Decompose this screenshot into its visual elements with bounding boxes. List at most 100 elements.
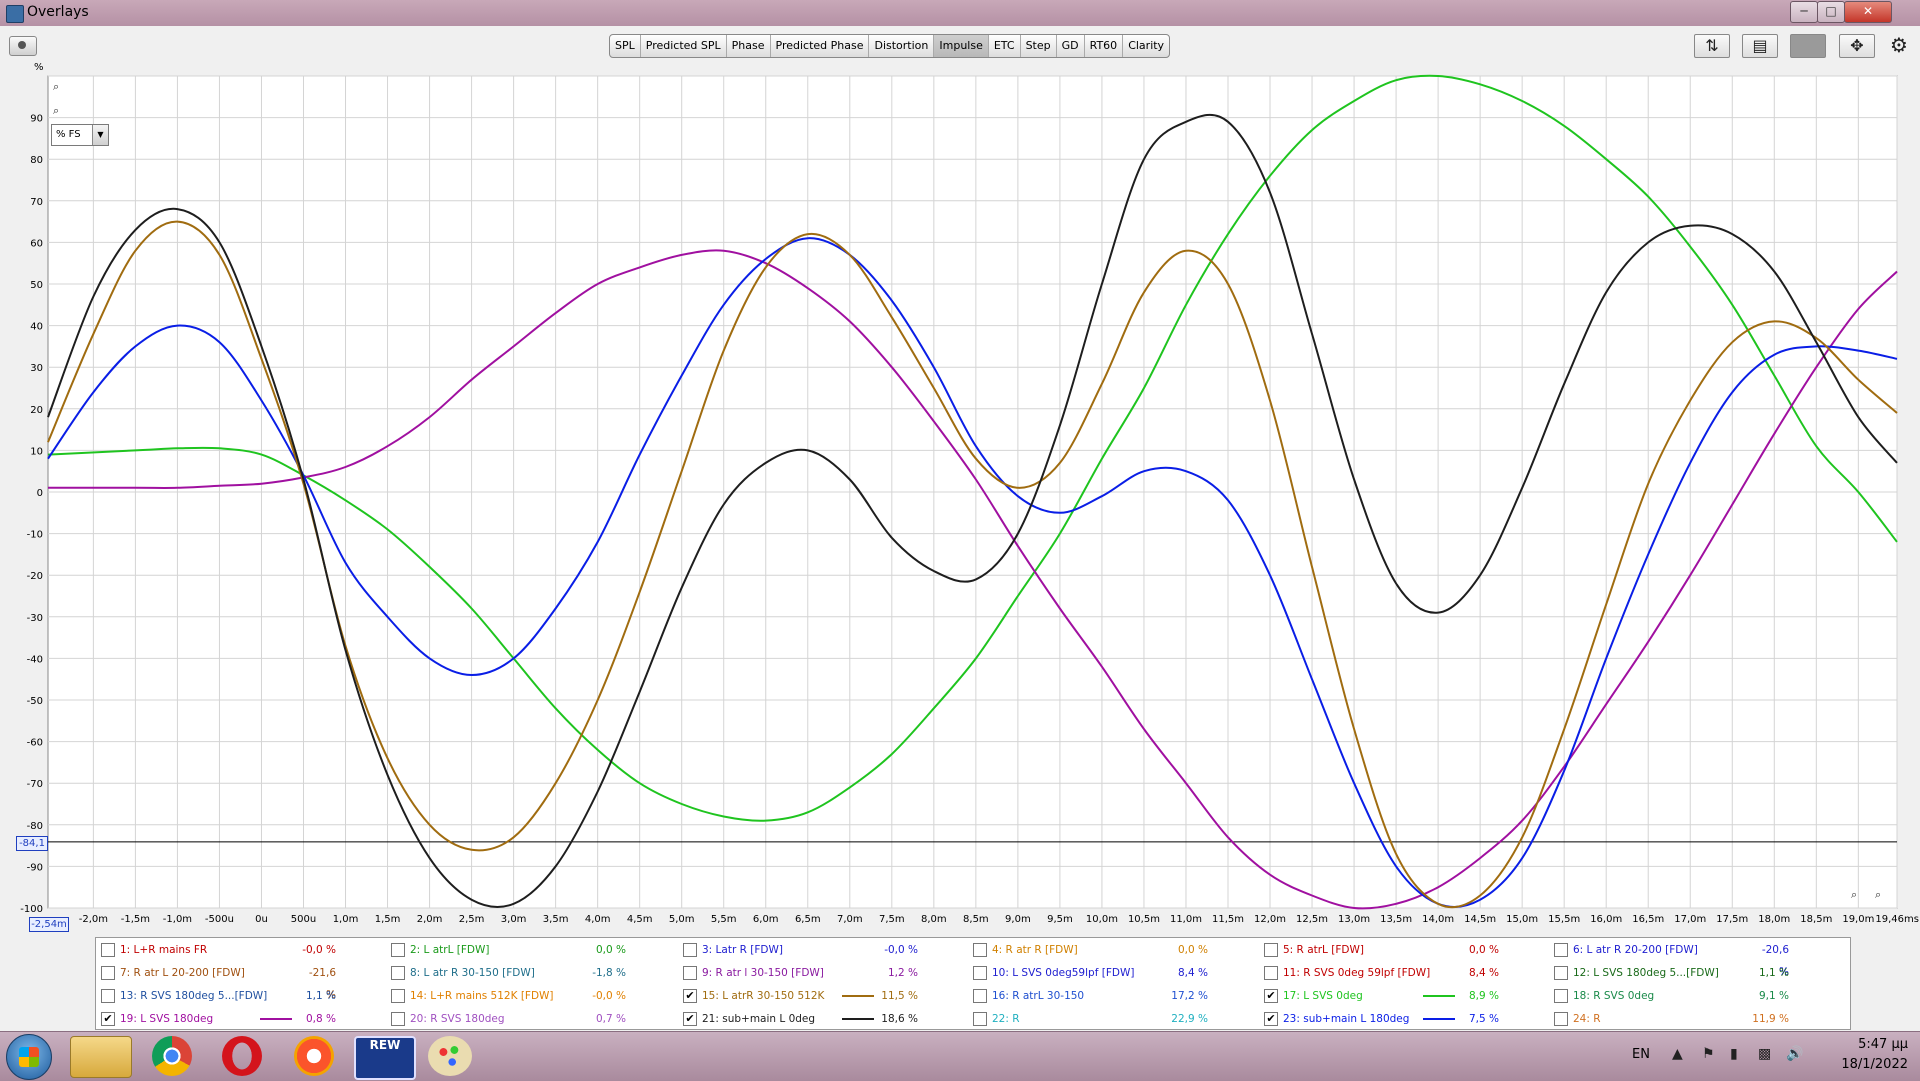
legend-checkbox[interactable]: [101, 943, 115, 957]
close-button[interactable]: ✕: [1844, 1, 1892, 23]
tab-predicted-phase[interactable]: Predicted Phase: [771, 35, 870, 57]
legend-item[interactable]: ✔ 21: sub+main L 0deg 18,6 %: [680, 1008, 972, 1030]
tab-impulse[interactable]: Impulse: [934, 35, 989, 57]
network-icon[interactable]: ▩: [1758, 1046, 1771, 1062]
legend-checkbox[interactable]: [1554, 966, 1568, 980]
legend-checkbox[interactable]: [1264, 943, 1278, 957]
zoom-icon[interactable]: ⌕: [53, 104, 59, 118]
start-button[interactable]: [6, 1034, 52, 1080]
legend-item[interactable]: 2: L atrL [FDW] 0,0 %: [388, 939, 680, 961]
legend-checkbox[interactable]: [1554, 943, 1568, 957]
legend-item[interactable]: 10: L SVS 0deg59lpf [FDW] 8,4 %: [970, 962, 1262, 984]
gear-icon[interactable]: ⚙: [1886, 34, 1912, 56]
opera-icon[interactable]: [222, 1036, 262, 1076]
legend-value: 1,1 %: [1758, 967, 1789, 979]
zoom-icon[interactable]: ⌕: [1875, 888, 1881, 902]
legend-checkbox[interactable]: ✔: [1264, 989, 1278, 1003]
cursor-value-box[interactable]: -84,1: [16, 836, 48, 851]
y-tick-label: 30: [30, 363, 43, 374]
paint-icon[interactable]: [428, 1036, 472, 1076]
legend-checkbox[interactable]: [391, 989, 405, 1003]
volume-icon[interactable]: 🔊: [1786, 1046, 1803, 1062]
impulse-chart[interactable]: 90 80 70 60 50 40 30 20 10 0 -10 -20 -30 -40 -50 -60 -70…: [0, 62, 1920, 934]
tab-clarity[interactable]: Clarity: [1123, 35, 1169, 57]
legend-item[interactable]: 24: R 11,9 %: [1551, 1008, 1843, 1030]
x-tick-label: 3,0m: [501, 914, 527, 925]
arrange-traces-icon[interactable]: ⇅: [1694, 34, 1730, 58]
legend-item[interactable]: 13: R SVS 180deg 5...[FDW] 1,1 %: [98, 985, 390, 1007]
zoom-icon[interactable]: ⌕: [53, 80, 59, 94]
tab-rt60[interactable]: RT60: [1085, 35, 1124, 57]
clock-time[interactable]: 5:47 μμ: [1838, 1037, 1908, 1052]
tab-spl[interactable]: SPL: [610, 35, 641, 57]
units-select[interactable]: % FS ▼: [51, 124, 109, 146]
tab-phase[interactable]: Phase: [727, 35, 771, 57]
legend-item[interactable]: 18: R SVS 0deg 9,1 %: [1551, 985, 1843, 1007]
explorer-icon[interactable]: [70, 1036, 132, 1078]
camera-icon[interactable]: [9, 36, 37, 56]
legend-checkbox[interactable]: [1554, 989, 1568, 1003]
language-indicator[interactable]: EN: [1632, 1047, 1650, 1062]
legend-item[interactable]: 8: L atr R 30-150 [FDW] -1,8 %: [388, 962, 680, 984]
chevron-up-icon[interactable]: ▲: [1672, 1046, 1683, 1062]
legend-item[interactable]: 4: R atr R [FDW] 0,0 %: [970, 939, 1262, 961]
legend-checkbox[interactable]: [391, 943, 405, 957]
legend-item[interactable]: ✔ 17: L SVS 0deg 8,9 %: [1261, 985, 1553, 1007]
legend-checkbox[interactable]: [973, 966, 987, 980]
minimize-button[interactable]: ─: [1790, 1, 1818, 23]
tab-step[interactable]: Step: [1021, 35, 1057, 57]
legend-item[interactable]: 14: L+R mains 512K [FDW] -0,0 %: [388, 985, 680, 1007]
legend-item[interactable]: 5: R atrL [FDW] 0,0 %: [1261, 939, 1553, 961]
legend-checkbox[interactable]: [683, 943, 697, 957]
legend-checkbox[interactable]: [973, 943, 987, 957]
battery-icon[interactable]: ▮: [1730, 1046, 1738, 1062]
maximize-button[interactable]: □: [1817, 1, 1845, 23]
tab-etc[interactable]: ETC: [989, 35, 1021, 57]
legend-item[interactable]: 3: Latr R [FDW] -0,0 %: [680, 939, 972, 961]
zoom-icon[interactable]: ⌕: [1851, 888, 1857, 902]
x-start-value-box[interactable]: -2,54m: [29, 917, 69, 932]
x-tick-label: -1,5m: [121, 914, 150, 925]
legend-item[interactable]: 22: R 22,9 %: [970, 1008, 1262, 1030]
legend-item[interactable]: ✔ 19: L SVS 180deg 0,8 %: [98, 1008, 390, 1030]
flag-icon[interactable]: ⚑: [1702, 1046, 1715, 1062]
legend-item[interactable]: 6: L atr R 20-200 [FDW] -20,6 %: [1551, 939, 1843, 978]
legend-checkbox[interactable]: [683, 966, 697, 980]
legend-checkbox[interactable]: [973, 1012, 987, 1026]
brave-icon[interactable]: [294, 1036, 334, 1076]
clock-date[interactable]: 18/1/2022: [1818, 1057, 1908, 1072]
window-layout-icon[interactable]: ▤: [1742, 34, 1778, 58]
legend-item[interactable]: ✔ 15: L atrR 30-150 512K 11,5 %: [680, 985, 972, 1007]
legend-item[interactable]: 9: R atr l 30-150 [FDW] 1,2 %: [680, 962, 972, 984]
legend-checkbox[interactable]: [1264, 966, 1278, 980]
legend-checkbox[interactable]: [973, 989, 987, 1003]
legend-label: 19: L SVS 180deg: [120, 1013, 214, 1025]
legend-checkbox[interactable]: [101, 989, 115, 1003]
legend-checkbox[interactable]: [391, 1012, 405, 1026]
rew-icon[interactable]: REW: [354, 1036, 416, 1080]
legend-checkbox[interactable]: [391, 966, 405, 980]
legend-item[interactable]: 7: R atr L 20-200 [FDW] -21,6 %: [98, 962, 390, 1001]
x-tick-label: 12,5m: [1296, 914, 1328, 925]
tab-distortion[interactable]: Distortion: [869, 35, 935, 57]
move-icon[interactable]: ✥: [1839, 34, 1875, 58]
legend-checkbox[interactable]: ✔: [683, 1012, 697, 1026]
legend-item[interactable]: 16: R atrL 30-150 17,2 %: [970, 985, 1262, 1007]
chrome-icon[interactable]: [152, 1036, 192, 1076]
legend-item[interactable]: 11: R SVS 0deg 59lpf [FDW] 8,4 %: [1261, 962, 1553, 984]
tab-predicted-spl[interactable]: Predicted SPL: [641, 35, 727, 57]
legend-item[interactable]: 12: L SVS 180deg 5...[FDW] 1,1 %: [1551, 962, 1843, 984]
legend-checkbox[interactable]: ✔: [683, 989, 697, 1003]
tab-gd[interactable]: GD: [1057, 35, 1085, 57]
x-tick-label: 13,0m: [1338, 914, 1370, 925]
y-tick-label: 60: [30, 238, 43, 249]
legend-item[interactable]: 1: L+R mains FR -0,0 %: [98, 939, 390, 961]
legend-item[interactable]: 20: R SVS 180deg 0,7 %: [388, 1008, 680, 1030]
legend-item[interactable]: ✔ 23: sub+main L 180deg 7,5 %: [1261, 1008, 1553, 1030]
chevron-down-icon[interactable]: ▼: [92, 125, 108, 145]
blank-icon[interactable]: [1790, 34, 1826, 58]
legend-checkbox[interactable]: ✔: [1264, 1012, 1278, 1026]
legend-checkbox[interactable]: ✔: [101, 1012, 115, 1026]
legend-checkbox[interactable]: [1554, 1012, 1568, 1026]
legend-checkbox[interactable]: [101, 966, 115, 980]
